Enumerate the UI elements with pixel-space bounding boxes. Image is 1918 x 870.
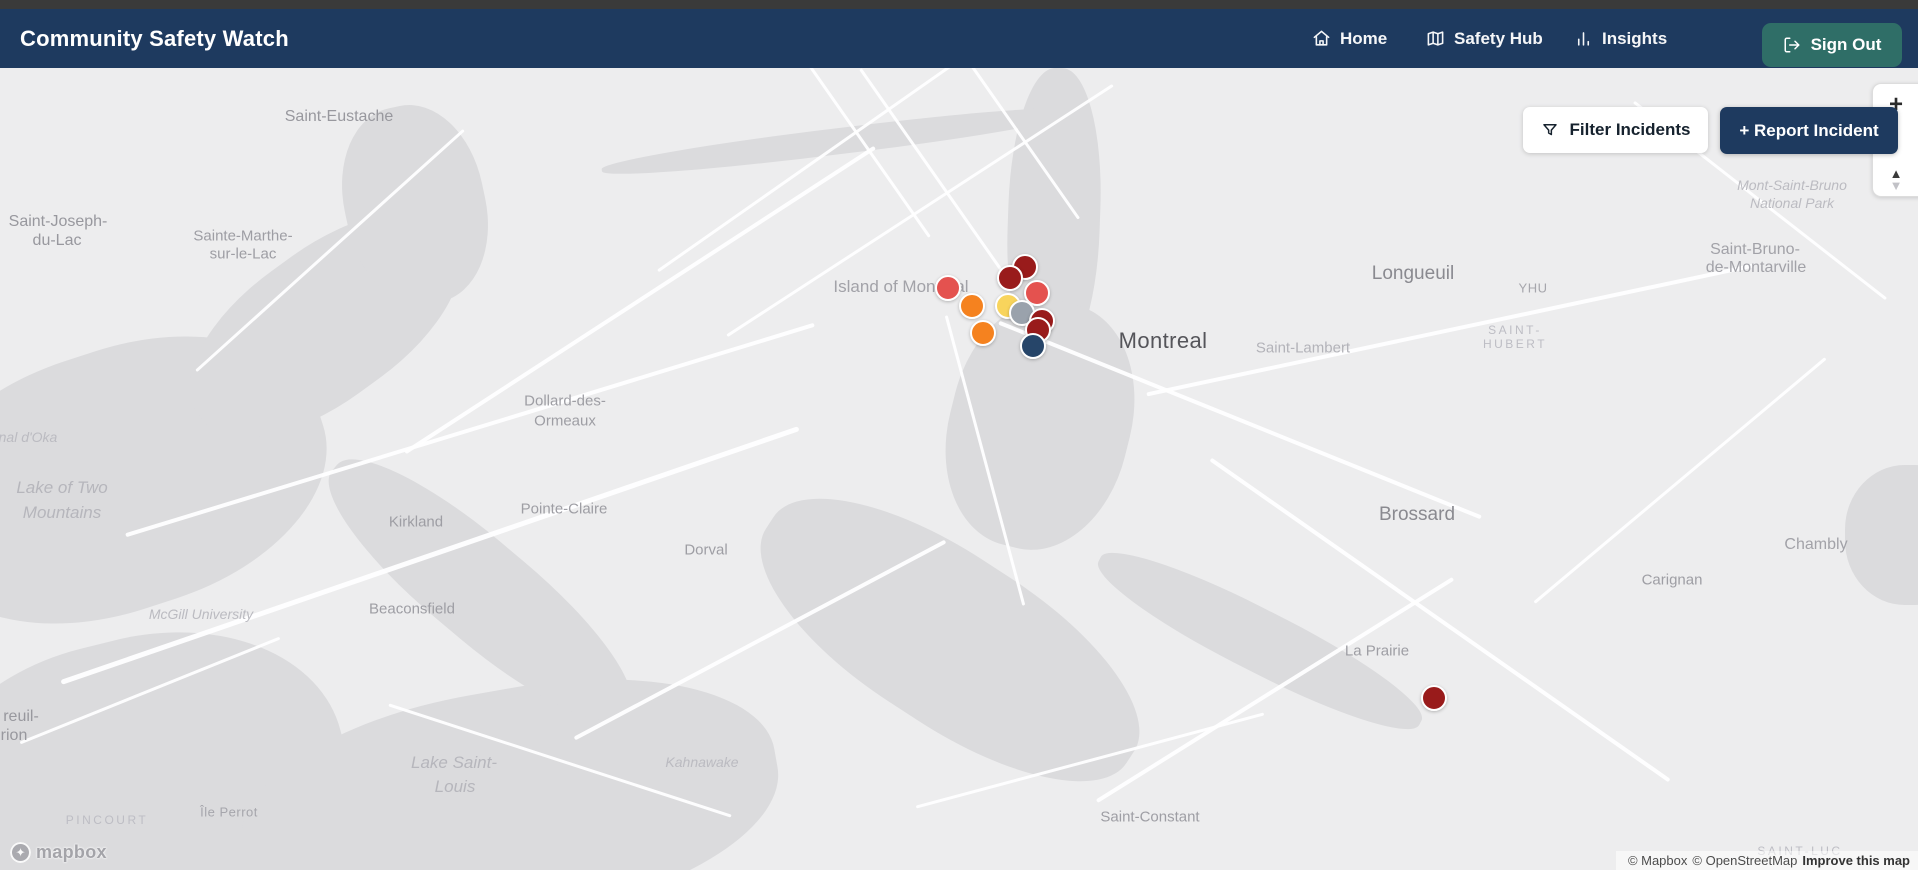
map-label: YHU xyxy=(1518,280,1548,296)
nav-item-label: Home xyxy=(1340,28,1388,48)
map-label: rion xyxy=(0,727,28,744)
map-label: Pointe-Claire xyxy=(520,500,608,518)
nav-item-label: Insights xyxy=(1602,28,1668,48)
map-label: Louis xyxy=(434,777,476,796)
map-label: Saint-Bruno- xyxy=(1710,241,1800,258)
map-label: Ormeaux xyxy=(534,412,596,430)
sign-out-label: Sign Out xyxy=(1810,35,1882,54)
home-icon xyxy=(1313,30,1330,46)
filter-incidents-label: Filter Incidents xyxy=(1569,120,1691,139)
map-label: Beaconsfield xyxy=(369,600,455,618)
map-label: du-Lac xyxy=(32,232,82,249)
bar-chart-icon xyxy=(1577,32,1590,46)
map-label: Mont-Saint-Bruno xyxy=(1737,177,1847,193)
attribution-improve-link[interactable]: Improve this map xyxy=(1802,853,1910,868)
map-label: Île Perrot xyxy=(200,804,258,820)
map-attribution: © Mapbox © OpenStreetMap Improve this ma… xyxy=(1615,851,1918,870)
map-label: Kahnawake xyxy=(665,754,739,770)
map-label: SAINT- xyxy=(1488,323,1542,337)
map-label: Chambly xyxy=(1784,536,1848,553)
road-line xyxy=(859,68,1011,283)
road-line xyxy=(1533,356,1827,604)
app-title: Community Safety Watch xyxy=(20,25,289,51)
window-top-strip xyxy=(0,0,1918,9)
map-label: reuil- xyxy=(3,708,39,725)
map-icon xyxy=(1427,31,1444,46)
incident-marker[interactable] xyxy=(935,275,961,301)
log-out-icon xyxy=(1784,37,1800,53)
water-area xyxy=(723,451,1177,829)
mapbox-logo-icon xyxy=(10,842,31,863)
map-label: PINCOURT xyxy=(65,813,149,827)
nav-item-insights[interactable]: Insights xyxy=(1574,9,1667,68)
incident-marker[interactable] xyxy=(959,293,985,319)
map-label: Dorval xyxy=(684,541,728,559)
map-label: Saint-Eustache xyxy=(284,108,394,125)
map-label: Saint-Lambert xyxy=(1255,339,1351,357)
map-label: Dollard-des- xyxy=(524,392,606,410)
sign-out-button[interactable]: Sign Out xyxy=(1762,23,1902,67)
filter-incidents-button[interactable]: Filter Incidents xyxy=(1523,107,1708,153)
map-label: sur-le-Lac xyxy=(209,245,277,263)
nav-item-safety-hub[interactable]: Safety Hub xyxy=(1426,9,1543,68)
incident-marker[interactable] xyxy=(970,320,996,346)
mapbox-logo[interactable]: mapbox xyxy=(10,842,107,863)
map-label: Lake of Two xyxy=(16,478,108,497)
incident-marker[interactable] xyxy=(997,265,1023,291)
map-label: Kirkland xyxy=(388,513,444,531)
map-label: Longueuil xyxy=(1371,263,1455,284)
incident-marker[interactable] xyxy=(1020,333,1046,359)
map-label: La Prairie xyxy=(1344,642,1410,660)
pitch-control[interactable]: ▲ ▼ xyxy=(1881,167,1911,192)
map-label: National Park xyxy=(1749,195,1835,211)
map-label: McGill University xyxy=(148,606,254,622)
map-label: HUBERT xyxy=(1482,337,1548,351)
map-label: Sainte-Marthe- xyxy=(193,227,293,245)
map-label: Brossard xyxy=(1378,504,1456,525)
funnel-icon xyxy=(1542,124,1557,136)
attribution-mapbox-link[interactable]: © Mapbox xyxy=(1628,853,1687,868)
map-label: Montreal xyxy=(1118,328,1208,353)
pitch-down-icon[interactable]: ▼ xyxy=(1881,179,1911,192)
incident-marker[interactable] xyxy=(1421,685,1447,711)
map-label: Saint-Joseph- xyxy=(8,213,108,230)
map-label: de-Montarville xyxy=(1705,259,1807,276)
water-area xyxy=(1845,465,1918,605)
map-label: Carignan xyxy=(1641,571,1703,589)
map-label: Mountains xyxy=(22,503,102,522)
map-label: nal d'Oka xyxy=(0,429,58,445)
nav-item-label: Safety Hub xyxy=(1454,28,1543,48)
report-incident-label: + Report Incident xyxy=(1739,120,1879,140)
map-canvas[interactable]: Saint-Eustache Saint-Joseph-du-Lac Sainte-… xyxy=(0,68,1918,870)
app-header: Community Safety Watch Home Safety Hub I… xyxy=(0,9,1918,68)
report-incident-button[interactable]: + Report Incident xyxy=(1720,107,1898,154)
app-window: Community Safety Watch Home Safety Hub I… xyxy=(0,0,1918,870)
attribution-osm-link[interactable]: © OpenStreetMap xyxy=(1692,853,1797,868)
nav-item-home[interactable]: Home xyxy=(1312,9,1387,68)
map-label: Lake Saint- xyxy=(411,753,497,772)
map-label: Saint-Constant xyxy=(1100,808,1200,826)
mapbox-logo-text: mapbox xyxy=(36,842,107,862)
